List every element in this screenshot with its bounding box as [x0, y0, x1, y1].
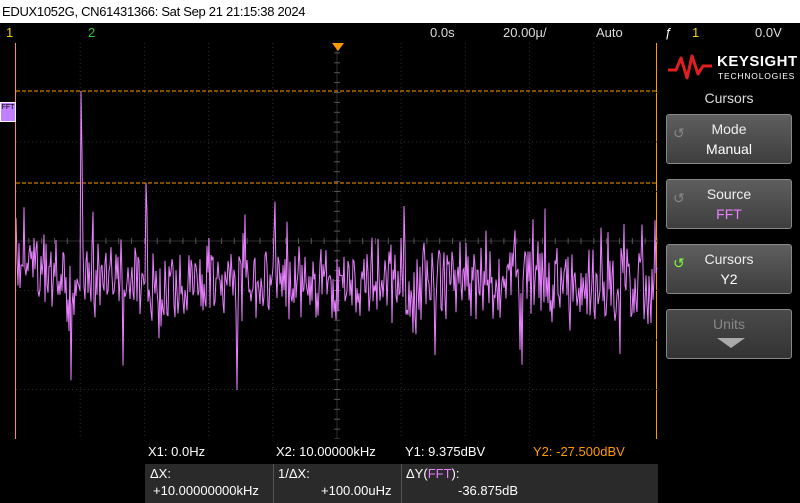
chevron-down-icon [717, 338, 745, 348]
menu-title: Cursors [704, 90, 754, 106]
softkey-panel: KEYSIGHT TECHNOLOGIES Cursors ↺ Mode Man… [658, 42, 800, 503]
trigger-position-marker [332, 43, 344, 51]
keysight-wave-icon [668, 54, 712, 80]
softkey-label: Cursors [704, 251, 754, 267]
trigger-level-readout: 0.0V [755, 25, 782, 40]
time-delay-readout: 0.0s [430, 25, 455, 40]
softkey-value: Y2 [720, 271, 738, 287]
y1-readout: Y1: 9.375dBV [405, 444, 486, 459]
source-softkey[interactable]: ↺ Source FFT [666, 179, 792, 229]
cursors-softkey[interactable]: ↺ Cursors Y2 [666, 244, 792, 294]
softkey-label: Mode [711, 121, 747, 137]
window-title-bar: EDUX1052G, CN61431366: Sat Sep 21 21:15:… [0, 0, 800, 23]
delta-x-label: ΔX: [150, 466, 171, 481]
softkey-label: Source [706, 186, 752, 202]
trigger-edge-icon: ƒ [665, 25, 673, 40]
trigger-mode-readout: Auto [596, 25, 623, 40]
channel-1-indicator[interactable]: 1 [6, 23, 13, 42]
inverse-delta-x-value: +100.00uHz [321, 483, 392, 498]
instrument-title: EDUX1052G, CN61431366: Sat Sep 21 21:15:… [2, 4, 306, 19]
softkey-value: Manual [706, 141, 752, 157]
cursor-readout: X1: 0.0Hz X2: 10.00000kHz Y1: 9.375dBV Y… [0, 440, 658, 503]
cursor-values-row: X1: 0.0Hz X2: 10.00000kHz Y1: 9.375dBV Y… [0, 440, 658, 463]
divider [273, 464, 274, 503]
delta-y-value: -36.875dB [458, 483, 518, 498]
units-softkey[interactable]: Units [666, 309, 792, 359]
waveform-display[interactable] [15, 43, 658, 439]
time-scale-readout: 20.00µ/ [503, 25, 547, 40]
delta-y-label: ΔY(FFT): [406, 466, 460, 481]
brand-name: KEYSIGHT [717, 53, 798, 70]
cursor-delta-row: ΔX: +10.00000000kHz 1/ΔX: +100.00uHz ΔY(… [145, 464, 658, 503]
x2-readout: X2: 10.00000kHz [276, 444, 376, 459]
softkey-label: Units [713, 316, 745, 332]
graticule [16, 43, 658, 439]
mode-softkey[interactable]: ↺ Mode Manual [666, 114, 792, 164]
softkey-value: FFT [716, 206, 742, 222]
status-bar: 1 2 0.0s 20.00µ/ Auto ƒ 1 0.0V [0, 23, 800, 42]
keysight-logo: KEYSIGHT TECHNOLOGIES [666, 48, 798, 84]
inverse-delta-x-label: 1/ΔX: [278, 466, 310, 481]
x1-readout: X1: 0.0Hz [148, 444, 206, 459]
channel-2-indicator[interactable]: 2 [88, 23, 95, 42]
fft-reference-marker: FFT [0, 102, 16, 122]
divider [401, 464, 402, 503]
y2-readout: Y2: -27.500dBV [533, 444, 625, 459]
delta-x-value: +10.00000000kHz [153, 483, 259, 498]
brand-subtitle: TECHNOLOGIES [718, 71, 796, 81]
trigger-source-indicator: 1 [692, 25, 700, 40]
